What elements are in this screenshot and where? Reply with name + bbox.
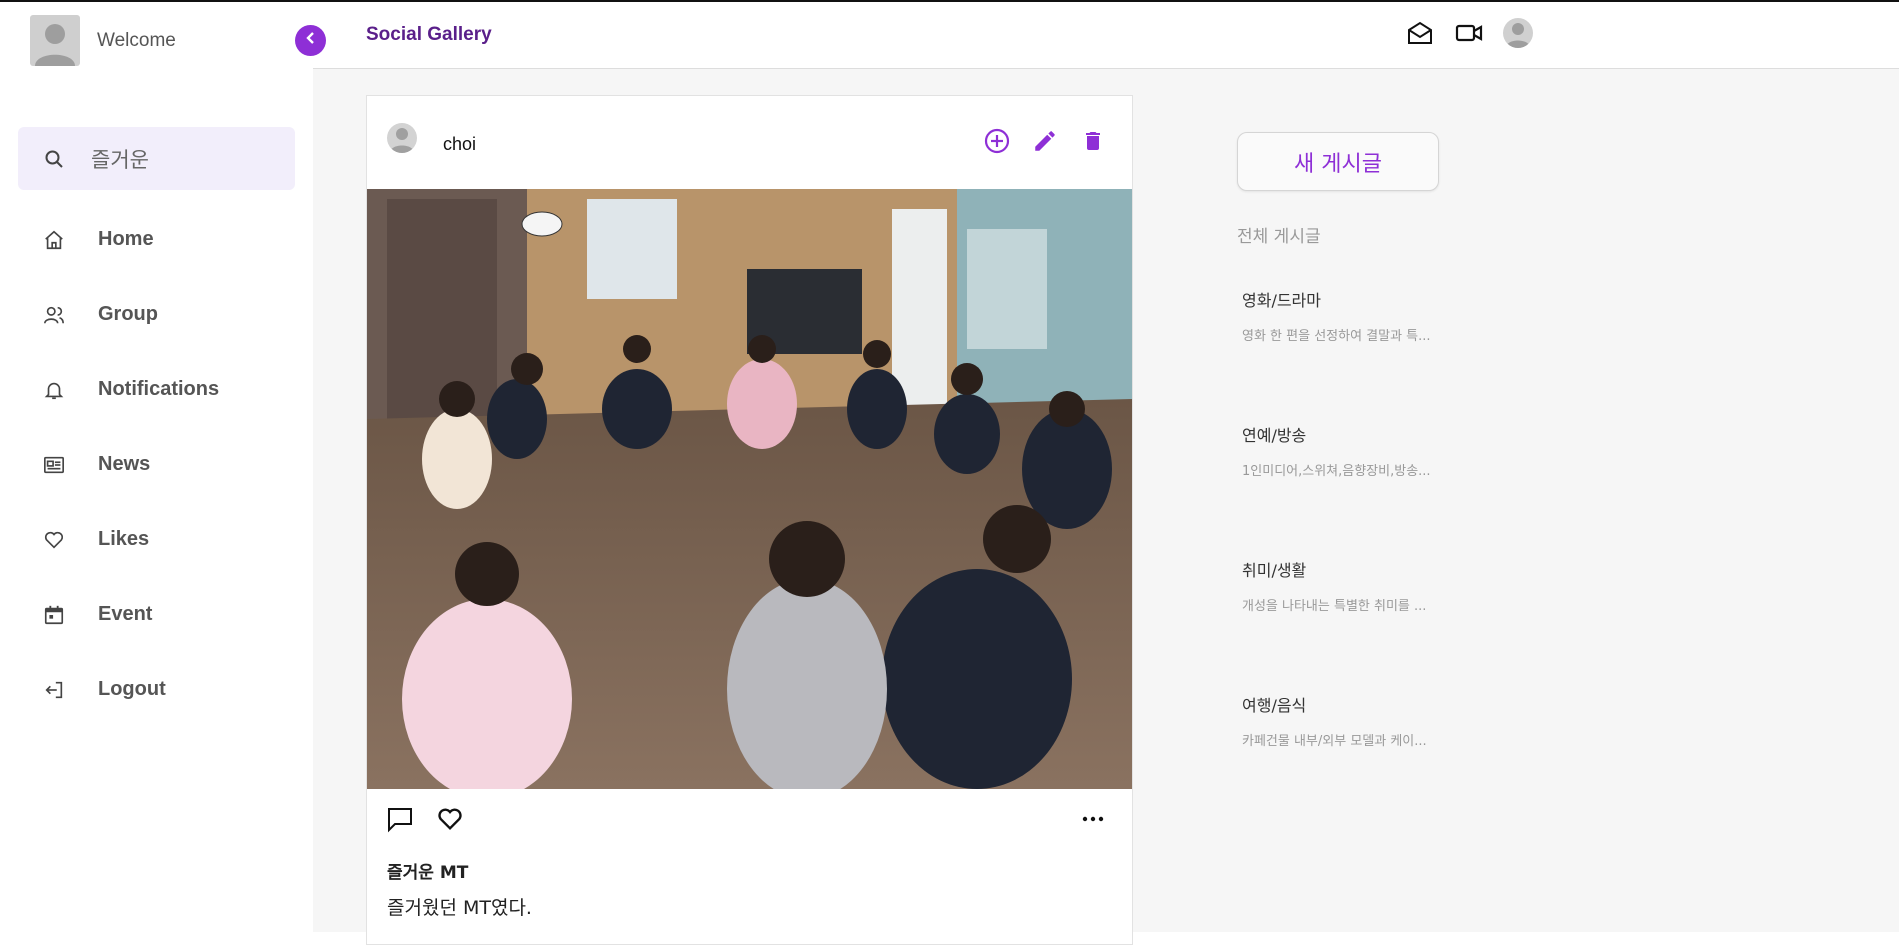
category-desc: 1인미디어,스위쳐,음향장비,방송... <box>1242 464 1431 479</box>
search-icon <box>43 148 65 170</box>
sidebar-item-logout[interactable]: Logout <box>0 652 313 727</box>
sidebar-item-likes[interactable]: Likes <box>0 502 313 577</box>
all-posts-link[interactable]: 전체 게시글 <box>1237 222 1321 247</box>
sidebar: Welcome Home Group Notifications <box>0 2 313 932</box>
sidebar-item-label: News <box>98 453 151 475</box>
sidebar-item-label: Home <box>98 228 154 250</box>
video-icon[interactable] <box>1454 19 1483 48</box>
avatar[interactable] <box>30 15 80 66</box>
category-item[interactable]: 영화/드라마 영화 한 편을 선정하여 결말과 특... <box>1242 287 1472 344</box>
post-card: choi 즐거운 MT 즐거웠던 MT였다. <box>366 95 1133 945</box>
chevron-left-icon <box>304 31 318 50</box>
post-photo[interactable] <box>367 189 1132 789</box>
comment-icon[interactable] <box>385 804 415 834</box>
category-desc: 카페건물 내부/외부 모델과 케이... <box>1242 734 1427 749</box>
search-box[interactable] <box>18 127 295 190</box>
post-header: choi <box>367 96 1132 189</box>
new-post-button[interactable]: 새 게시글 <box>1237 132 1439 191</box>
logout-icon <box>42 678 66 702</box>
sidebar-nav: Home Group Notifications News Likes Even… <box>0 202 313 727</box>
category-title: 여행/음식 <box>1242 696 1307 715</box>
group-icon <box>42 303 66 327</box>
category-title: 영화/드라마 <box>1242 291 1321 310</box>
header: Social Gallery <box>313 2 1899 69</box>
calendar-icon <box>42 603 66 627</box>
mail-icon[interactable] <box>1405 19 1434 48</box>
sidebar-item-group[interactable]: Group <box>0 277 313 352</box>
category-title: 취미/생활 <box>1242 561 1307 580</box>
header-icons <box>1405 18 1533 48</box>
avatar[interactable] <box>387 123 417 153</box>
brand-title[interactable]: Social Gallery <box>366 24 492 46</box>
trash-icon[interactable] <box>1079 127 1107 155</box>
sidebar-item-notifications[interactable]: Notifications <box>0 352 313 427</box>
category-item[interactable]: 취미/생활 개성을 나타내는 특별한 취미를 ... <box>1242 557 1472 614</box>
post-username[interactable]: choi <box>443 134 476 155</box>
heart-icon[interactable] <box>435 804 465 834</box>
search-input[interactable] <box>91 146 271 171</box>
post-actions <box>983 127 1107 155</box>
category-item[interactable]: 연예/방송 1인미디어,스위쳐,음향장비,방송... <box>1242 422 1472 479</box>
add-circle-icon[interactable] <box>983 127 1011 155</box>
sidebar-item-home[interactable]: Home <box>0 202 313 277</box>
main-area: Social Gallery choi 즐거운 MT 즐거웠던 MT였다. 새 … <box>313 2 1899 945</box>
sidebar-item-news[interactable]: News <box>0 427 313 502</box>
heart-icon <box>42 528 66 552</box>
post-title: 즐거운 MT <box>387 863 469 883</box>
newspaper-icon <box>42 453 66 477</box>
welcome-text: Welcome <box>97 30 176 51</box>
category-item[interactable]: 여행/음식 카페건물 내부/외부 모델과 케이... <box>1242 692 1472 749</box>
category-title: 연예/방송 <box>1242 426 1307 445</box>
sidebar-item-event[interactable]: Event <box>0 577 313 652</box>
post-body: 즐거웠던 MT였다. <box>387 897 532 919</box>
bell-icon <box>42 378 66 402</box>
category-desc: 영화 한 편을 선정하여 결말과 특... <box>1242 329 1431 344</box>
sidebar-item-label: Logout <box>98 678 166 700</box>
home-icon <box>42 228 66 252</box>
sidebar-item-label: Likes <box>98 528 150 550</box>
sidebar-item-label: Event <box>98 603 153 625</box>
sidebar-item-label: Group <box>98 303 158 325</box>
category-desc: 개성을 나타내는 특별한 취미를 ... <box>1242 599 1427 614</box>
edit-icon[interactable] <box>1031 127 1059 155</box>
more-icon[interactable] <box>1078 804 1108 834</box>
post-footer: 즐거운 MT 즐거웠던 MT였다. <box>367 789 1132 949</box>
sidebar-item-label: Notifications <box>98 378 220 400</box>
avatar[interactable] <box>1503 18 1533 48</box>
collapse-sidebar-button[interactable] <box>295 25 326 56</box>
